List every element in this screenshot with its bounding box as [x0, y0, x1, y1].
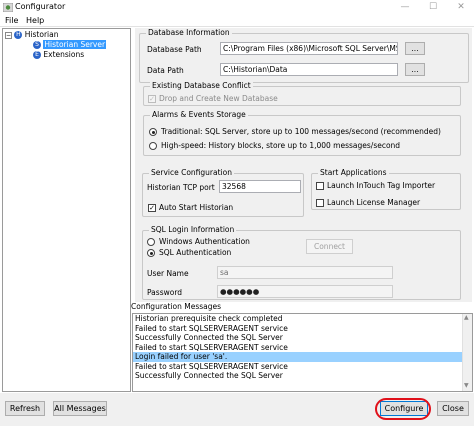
menu-file[interactable]: File	[5, 16, 18, 25]
database-conflict-group: Existing Database Conflict ✓ Drop and Cr…	[143, 81, 461, 106]
intouch-importer-checkbox[interactable]	[316, 182, 324, 190]
configuration-messages-title: Configuration Messages	[131, 302, 222, 311]
sql-login-title: SQL Login Information	[149, 225, 237, 234]
minimize-button[interactable]: —	[392, 0, 418, 15]
close-window-button[interactable]: ✕	[448, 0, 474, 15]
database-conflict-title: Existing Database Conflict	[150, 81, 253, 90]
drop-create-checkbox[interactable]: ✓	[148, 95, 156, 103]
refresh-button[interactable]: Refresh	[5, 401, 45, 416]
configure-highlight-annotation	[375, 398, 431, 420]
message-item-selected[interactable]: Login failed for user 'sa'.	[133, 352, 472, 362]
extensions-icon: E	[33, 51, 41, 59]
server-icon: S	[33, 41, 41, 49]
drop-create-label: Drop and Create New Database	[159, 94, 278, 103]
tree-label-historian: Historian	[24, 30, 59, 39]
message-item[interactable]: Failed to start SQLSERVERAGENT service	[133, 324, 472, 334]
tree-item-extensions[interactable]: E Extensions	[33, 50, 84, 60]
database-information-title: Database Information	[146, 28, 232, 37]
historian-icon: H	[14, 31, 23, 39]
browse-database-path-button[interactable]: ...	[405, 42, 425, 55]
message-item[interactable]: Failed to start SQLSERVERAGENT service	[133, 362, 472, 372]
menu-bar: File Help	[0, 15, 474, 27]
tcp-port-field[interactable]: 32568	[219, 180, 301, 193]
sql-auth-label: SQL Authentication	[159, 248, 232, 257]
collapse-icon[interactable]: −	[5, 31, 12, 39]
license-manager-checkbox[interactable]	[316, 199, 324, 207]
scroll-up-icon[interactable]: ▲	[464, 314, 469, 321]
windows-auth-radio[interactable]	[147, 238, 155, 246]
service-configuration-title: Service Configuration	[149, 168, 234, 177]
title-bar: Configurator — ☐ ✕	[0, 0, 474, 15]
high-speed-storage-radio[interactable]	[149, 142, 157, 150]
message-item[interactable]: Successfully Connected the SQL Server	[133, 333, 472, 343]
intouch-importer-label: Launch InTouch Tag Importer	[327, 181, 436, 190]
tree-item-historian-server[interactable]: S Historian Server	[33, 40, 107, 50]
message-item[interactable]: Failed to start SQLSERVERAGENT service	[133, 343, 472, 353]
service-configuration-group: Service Configuration Historian TCP port…	[142, 168, 304, 217]
start-applications-title: Start Applications	[318, 168, 389, 177]
all-messages-button[interactable]: All Messages	[53, 401, 107, 416]
user-name-label: User Name	[147, 269, 189, 278]
sql-login-group: SQL Login Information Windows Authentica…	[142, 225, 461, 300]
database-path-field[interactable]: C:\Program Files (x86)\Microsoft SQL Ser…	[220, 42, 398, 55]
traditional-storage-label: Traditional: SQL Server, store up to 100…	[161, 127, 441, 136]
database-path-label: Database Path	[147, 45, 202, 54]
high-speed-storage-label: High-speed: History blocks, store up to …	[161, 141, 401, 150]
alarms-events-group: Alarms & Events Storage Traditional: SQL…	[143, 110, 461, 156]
database-information-group: Database Information Database Path C:\Pr…	[139, 28, 469, 83]
data-path-label: Data Path	[147, 66, 184, 75]
start-applications-group: Start Applications Launch InTouch Tag Im…	[311, 168, 461, 210]
alarms-events-title: Alarms & Events Storage	[150, 110, 248, 119]
messages-scrollbar[interactable]: ▲ ▼	[462, 314, 472, 391]
tree-label-historian-server: Historian Server	[43, 40, 107, 49]
navigation-tree: − H Historian S Historian Server E Exten…	[2, 28, 131, 392]
password-field[interactable]: ●●●●●●	[217, 285, 393, 298]
window-title: Configurator	[15, 2, 66, 11]
connect-button[interactable]: Connect	[306, 239, 353, 254]
browse-data-path-button[interactable]: ...	[405, 63, 425, 76]
message-item[interactable]: Successfully Connected the SQL Server	[133, 371, 472, 381]
scroll-down-icon[interactable]: ▼	[464, 382, 469, 389]
password-label: Password	[147, 288, 183, 297]
tree-label-extensions: Extensions	[43, 50, 85, 59]
configuration-messages-list[interactable]: Historian prerequisite check completed F…	[132, 313, 473, 392]
windows-auth-label: Windows Authentication	[159, 237, 250, 246]
app-gear-icon	[3, 3, 13, 12]
menu-help[interactable]: Help	[26, 16, 44, 25]
maximize-button[interactable]: ☐	[420, 0, 446, 15]
traditional-storage-radio[interactable]	[149, 128, 157, 136]
auto-start-label: Auto Start Historian	[159, 203, 234, 212]
close-button[interactable]: Close	[437, 401, 469, 416]
sql-auth-radio[interactable]	[147, 249, 155, 257]
tcp-port-label: Historian TCP port	[147, 183, 215, 192]
data-path-field[interactable]: C:\Historian\Data	[220, 63, 398, 76]
message-item[interactable]: Historian prerequisite check completed	[133, 314, 472, 324]
license-manager-label: Launch License Manager	[327, 198, 421, 207]
tree-item-historian[interactable]: − H Historian	[5, 30, 58, 40]
settings-panel: Database Information Database Path C:\Pr…	[135, 28, 472, 302]
auto-start-checkbox[interactable]: ✓	[148, 204, 156, 212]
user-name-field[interactable]: sa	[217, 266, 393, 279]
